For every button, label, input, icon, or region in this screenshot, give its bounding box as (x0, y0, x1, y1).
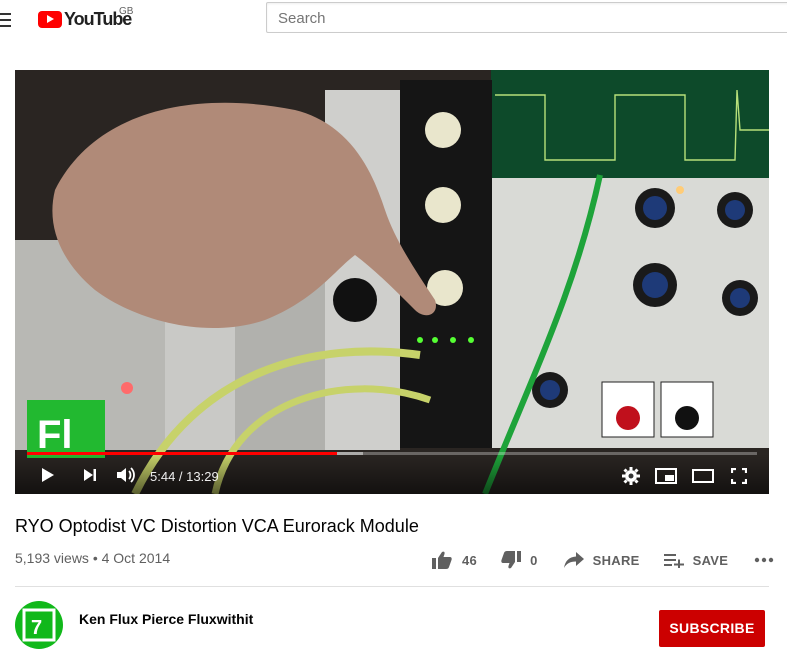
play-button[interactable] (41, 467, 55, 488)
search-placeholder: Search (278, 10, 326, 27)
progress-played (27, 452, 338, 455)
settings-button[interactable] (622, 467, 640, 490)
video-actions: 46 0 SHARE SAVE (432, 548, 774, 572)
save-label: SAVE (692, 552, 729, 568)
time-display: 5:44 / 13:29 (150, 469, 219, 484)
share-icon (563, 552, 584, 568)
video-title: RYO Optodist VC Distortion VCA Eurorack … (15, 516, 419, 536)
channel-avatar[interactable]: 7 (15, 601, 63, 649)
miniplayer-button[interactable] (655, 468, 677, 489)
play-icon (42, 468, 54, 482)
more-horizontal-icon (755, 557, 774, 563)
like-button[interactable]: 46 (432, 551, 477, 569)
region-code: GB (119, 6, 134, 17)
channel-logo-icon: 7 (22, 608, 56, 642)
svg-text:Fl: Fl (37, 413, 73, 457)
next-button[interactable] (83, 468, 97, 487)
save-button[interactable]: SAVE (663, 552, 729, 568)
theater-icon (692, 469, 714, 483)
video-frame: Fl (15, 70, 769, 494)
miniplayer-icon (655, 468, 677, 484)
menu-icon[interactable] (0, 13, 11, 29)
share-label: SHARE (592, 552, 640, 568)
fullscreen-icon (730, 467, 748, 485)
youtube-play-icon (38, 10, 62, 28)
fullscreen-button[interactable] (730, 467, 748, 489)
share-button[interactable]: SHARE (563, 552, 640, 568)
more-actions-button[interactable] (754, 557, 774, 563)
thumbs-down-icon (501, 551, 522, 569)
volume-icon (117, 467, 135, 483)
thumbs-up-icon (432, 551, 452, 569)
video-meta: 5,193 views • 4 Oct 2014 (15, 550, 171, 566)
gear-icon (622, 467, 640, 485)
svg-text:7: 7 (31, 617, 42, 639)
dislike-button[interactable]: 0 (501, 551, 538, 569)
theater-mode-button[interactable] (692, 469, 714, 488)
search-input[interactable]: Search (266, 2, 787, 33)
video-player[interactable]: Fl 5:44 / 13:29 (15, 70, 769, 494)
masthead: YouTube GB Search (0, 0, 787, 44)
subscribe-button[interactable]: SUBSCRIBE (659, 610, 765, 647)
youtube-logo[interactable]: YouTube (38, 7, 132, 31)
volume-button[interactable] (116, 466, 136, 489)
dislike-count: 0 (530, 552, 538, 568)
channel-name[interactable]: Ken Flux Pierce Fluxwithit (79, 611, 253, 627)
next-icon (84, 469, 96, 481)
section-divider (15, 586, 769, 587)
like-count: 46 (462, 552, 478, 568)
playlist-add-icon (663, 554, 684, 568)
progress-bar[interactable] (27, 452, 757, 455)
